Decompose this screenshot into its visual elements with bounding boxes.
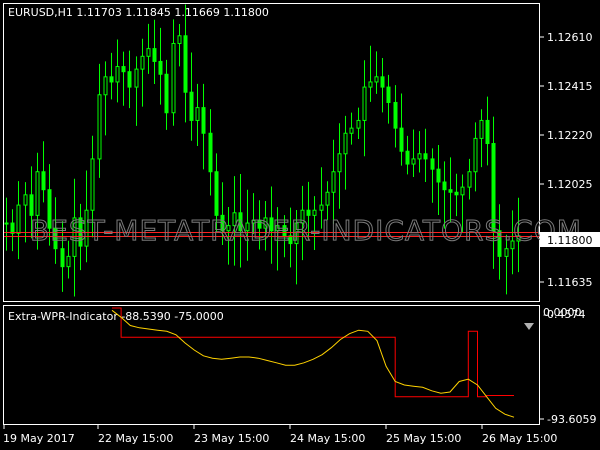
candle-body bbox=[4, 222, 9, 225]
mt4-chart: BEST-METATRADER-INDICATORS.COM EURUSD,H1… bbox=[3, 3, 600, 445]
candle-body bbox=[380, 76, 385, 88]
candle-body bbox=[405, 150, 410, 165]
price-tick-label: 1.12610 bbox=[547, 31, 593, 44]
indicator-bottom-label: -93.6059 bbox=[547, 413, 596, 426]
candle-body bbox=[319, 204, 324, 211]
candle-body bbox=[35, 171, 40, 216]
price-tick-label: 1.11635 bbox=[547, 276, 593, 289]
candle-body bbox=[90, 158, 95, 211]
time-label: 22 May 15:00 bbox=[98, 432, 173, 445]
candle-body bbox=[115, 66, 120, 83]
candle-body bbox=[504, 248, 509, 257]
indicator-panel-frame bbox=[3, 305, 540, 425]
candle-body bbox=[214, 171, 219, 216]
candle-body bbox=[362, 86, 367, 121]
candle-body bbox=[331, 171, 336, 193]
current-price-badge: 1.11800 bbox=[540, 232, 600, 247]
price-tick-label: 1.12220 bbox=[547, 129, 593, 142]
time-label: 26 May 15:00 bbox=[482, 432, 557, 445]
candle-body bbox=[158, 60, 163, 75]
price-tick-label: 1.12415 bbox=[547, 80, 593, 93]
candle-body bbox=[368, 81, 373, 88]
candle-body bbox=[16, 204, 21, 234]
candle-body bbox=[374, 76, 379, 83]
candle-body bbox=[430, 158, 435, 170]
time-label: 25 May 15:00 bbox=[386, 432, 461, 445]
candle-body bbox=[411, 158, 416, 165]
candle-body bbox=[60, 248, 65, 268]
candle-body bbox=[177, 35, 182, 44]
candle-body bbox=[41, 171, 46, 191]
candle-body bbox=[393, 101, 398, 129]
candle-body bbox=[436, 168, 441, 183]
candle-body bbox=[134, 68, 139, 88]
candle-body bbox=[97, 94, 102, 160]
candle-body bbox=[195, 107, 200, 121]
time-label: 23 May 15:00 bbox=[194, 432, 269, 445]
time-axis: 19 May 2017 22 May 15:00 23 May 15:00 24… bbox=[3, 425, 557, 445]
candle-body bbox=[325, 191, 330, 206]
candle-body bbox=[460, 186, 465, 196]
candle-body bbox=[66, 255, 71, 268]
candle-body bbox=[23, 194, 28, 206]
candle-body bbox=[356, 119, 361, 129]
candle-body bbox=[201, 107, 206, 134]
candle-body bbox=[29, 194, 34, 216]
indicator-axis: 0.0000 -0.4574 -93.6059 bbox=[540, 306, 596, 426]
candle-body bbox=[454, 191, 459, 196]
candle-body bbox=[467, 171, 472, 188]
candle-body bbox=[473, 137, 478, 173]
watermark: BEST-METATRADER-INDICATORS.COM bbox=[30, 214, 582, 247]
candle-body bbox=[127, 71, 132, 88]
indicator-header: Extra-WPR-Indicator -88.5390 -75.0000 bbox=[8, 310, 224, 323]
candle-body bbox=[140, 55, 145, 70]
candle-body bbox=[386, 86, 391, 103]
candle-body bbox=[442, 181, 447, 191]
candle-body bbox=[423, 153, 428, 160]
price-axis: 1.12610 1.12415 1.12220 1.12025 1.11635 bbox=[540, 31, 593, 289]
indicator-top-label: -0.4574 bbox=[543, 308, 585, 321]
candle-body bbox=[208, 132, 213, 173]
candle-body bbox=[103, 76, 108, 96]
candle-body bbox=[121, 66, 126, 73]
candle-body bbox=[146, 48, 151, 57]
candle-body bbox=[479, 119, 484, 139]
price-tick-label: 1.12025 bbox=[547, 178, 593, 191]
candle-body bbox=[152, 48, 157, 62]
candle-body bbox=[399, 127, 404, 152]
candle-body bbox=[189, 91, 194, 121]
candle-body bbox=[171, 42, 176, 114]
candle-body bbox=[164, 73, 169, 114]
candle-body bbox=[183, 35, 188, 93]
time-label: 24 May 15:00 bbox=[290, 432, 365, 445]
candle-body bbox=[485, 119, 490, 145]
candle-body bbox=[417, 153, 422, 160]
candle-body bbox=[10, 222, 15, 234]
current-price-label: 1.11800 bbox=[547, 234, 593, 247]
candle-body bbox=[448, 189, 453, 193]
candle-body bbox=[337, 153, 342, 173]
candle-body bbox=[349, 127, 354, 134]
candle-body bbox=[109, 76, 114, 83]
candle-body bbox=[343, 132, 348, 155]
symbol-header: EURUSD,H1 1.11703 1.11845 1.11669 1.1180… bbox=[8, 6, 269, 19]
time-label: 19 May 2017 bbox=[3, 432, 75, 445]
